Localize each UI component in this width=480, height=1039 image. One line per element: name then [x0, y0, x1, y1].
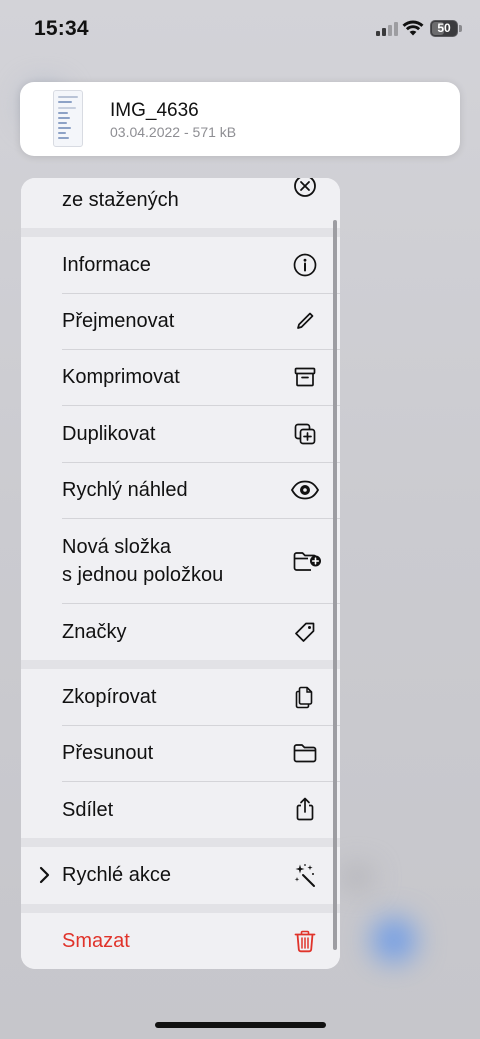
archive-box-icon — [292, 364, 318, 390]
menu-item-label: ze stažených — [62, 189, 179, 211]
menu-item-remove-download[interactable]: Odstranit ze stažených — [21, 178, 340, 228]
menu-item-label: Smazat — [62, 930, 130, 952]
menu-item-rename[interactable]: Přejmenovat — [21, 294, 340, 349]
file-name: IMG_4636 — [110, 100, 199, 121]
home-indicator[interactable] — [155, 1022, 326, 1028]
info-icon — [292, 252, 318, 278]
battery-icon: 50 — [430, 20, 462, 37]
eye-icon — [290, 477, 320, 503]
menu-item-label: Odstranit — [62, 178, 143, 186]
trash-icon — [292, 928, 318, 954]
pencil-icon — [292, 308, 318, 334]
status-bar: 15:34 50 — [0, 0, 480, 60]
menu-item-compress[interactable]: Komprimovat — [21, 350, 340, 405]
remove-circle-icon — [292, 178, 318, 199]
menu-scrollbar[interactable] — [333, 220, 337, 950]
copy-documents-icon — [292, 684, 318, 710]
duplicate-icon — [292, 421, 318, 447]
cellular-signal-icon — [376, 22, 398, 36]
folder-icon — [292, 740, 318, 766]
menu-item-label: Zkopírovat — [62, 686, 157, 708]
tag-icon — [292, 619, 318, 645]
menu-item-label: Rychlé akce — [62, 864, 171, 886]
menu-item-move[interactable]: Přesunout — [21, 726, 340, 781]
section-separator — [21, 660, 340, 669]
section-separator — [21, 228, 340, 237]
menu-item-duplicate[interactable]: Duplikovat — [21, 406, 340, 462]
menu-item-quick-actions[interactable]: Rychlé akce — [21, 847, 340, 904]
menu-item-label: Značky — [62, 621, 127, 643]
status-time: 15:34 — [34, 17, 89, 40]
menu-item-label: Informace — [62, 254, 151, 276]
file-metadata: 03.04.2022 - 571 kB — [110, 124, 236, 140]
menu-item-label: Rychlý náhled — [62, 479, 188, 501]
menu-item-copy[interactable]: Zkopírovat — [21, 669, 340, 725]
background-blur-button — [372, 918, 416, 962]
section-separator — [21, 904, 340, 913]
menu-item-info[interactable]: Informace — [21, 237, 340, 293]
menu-item-label: Přesunout — [62, 742, 154, 764]
magic-wand-icon — [292, 862, 318, 888]
menu-item-tags[interactable]: Značky — [21, 604, 340, 660]
menu-item-label: Sdílet — [62, 799, 114, 821]
context-menu: Odstranit ze stažených Informace Přejmen… — [21, 178, 340, 969]
menu-item-label: Komprimovat — [62, 366, 180, 388]
menu-item-delete[interactable]: Smazat — [21, 913, 340, 969]
menu-item-label: Duplikovat — [62, 423, 156, 445]
menu-item-label: Přejmenovat — [62, 310, 175, 332]
wifi-icon — [402, 19, 424, 37]
menu-item-label: Nová složka — [62, 536, 171, 558]
share-icon — [292, 796, 318, 822]
file-thumbnail — [53, 90, 83, 147]
menu-item-label: s jednou položkou — [62, 564, 224, 586]
battery-level: 50 — [437, 21, 451, 35]
folder-add-icon — [292, 548, 322, 574]
section-separator — [21, 838, 340, 847]
file-size: 571 kB — [192, 124, 237, 140]
file-preview-card[interactable]: IMG_4636 03.04.2022 - 571 kB — [20, 82, 460, 156]
menu-item-share[interactable]: Sdílet — [21, 782, 340, 838]
file-date: 03.04.2022 — [110, 124, 181, 140]
background-blur-shadow — [342, 868, 372, 886]
file-meta-separator: - — [183, 124, 189, 140]
menu-item-new-folder-with-item[interactable]: Nová složka s jednou položkou — [21, 519, 340, 603]
chevron-right-icon — [37, 865, 51, 885]
menu-item-quick-look[interactable]: Rychlý náhled — [21, 463, 340, 518]
